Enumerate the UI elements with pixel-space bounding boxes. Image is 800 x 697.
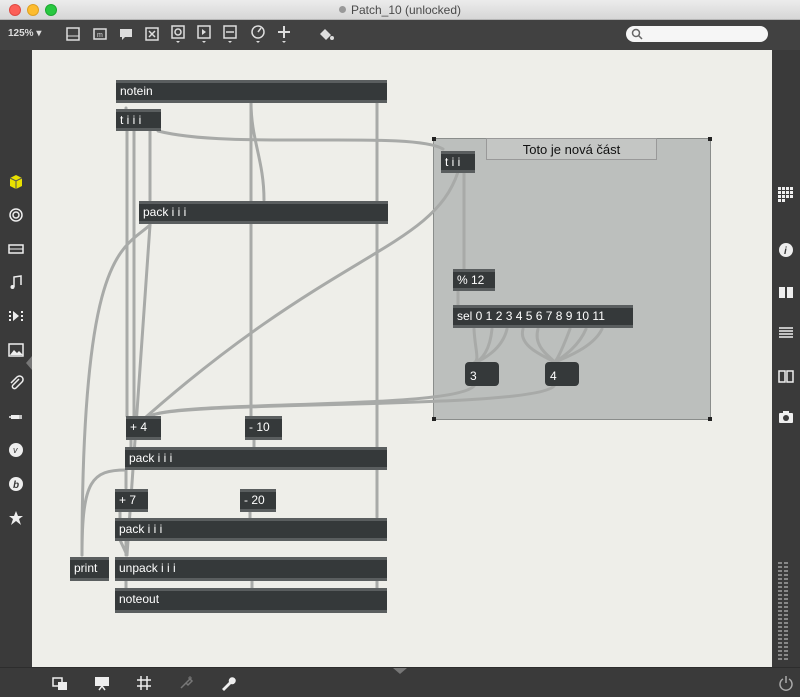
vimeo-icon[interactable]: v [6,440,26,460]
minus-20-object[interactable]: - 20 [240,489,276,512]
camera-icon[interactable] [776,407,796,427]
notein-object[interactable]: notein [116,80,387,103]
svg-text:b: b [13,480,19,491]
pack-object-1[interactable]: pack i i i [139,201,388,224]
pack-object-3[interactable]: pack i i i [115,518,387,541]
cube-icon[interactable] [6,172,26,192]
title-bar: Patch_10 (unlocked) [0,0,800,20]
power-icon[interactable] [776,673,796,693]
noteout-object[interactable]: noteout [115,588,387,613]
paint-bucket-icon[interactable] [316,24,336,44]
bold-b-icon[interactable]: b [6,474,26,494]
patcher-canvas[interactable]: Toto je nová část notein t i i i pack i … [32,50,772,667]
presentation-icon[interactable] [63,24,83,44]
collapse-arrow-icon[interactable] [393,668,407,674]
number-icon[interactable] [194,24,214,44]
target-icon[interactable] [6,205,26,225]
toolbar: 125% ▾ m [0,20,800,50]
inspector-plug-icon[interactable] [176,673,196,693]
print-object[interactable]: print [70,557,109,581]
right-sidebar: i [772,50,800,667]
trigger-object[interactable]: t i i i [116,109,161,131]
plus-icon[interactable] [274,24,294,44]
svg-text:m: m [97,32,103,39]
left-sidebar: v b [0,50,32,667]
trigger-ii-object[interactable]: t i i [441,151,475,173]
svg-text:v: v [13,445,18,455]
message-icon[interactable]: m [90,24,110,44]
plug-icon[interactable] [6,407,26,427]
grid-icon[interactable] [134,673,154,693]
zoom-menu[interactable]: 125% ▾ [8,28,41,39]
book-icon[interactable] [776,282,796,302]
select-object[interactable]: sel 0 1 2 3 4 5 6 7 8 9 10 11 [453,305,633,328]
play-step-icon[interactable] [6,306,26,326]
dial-icon[interactable] [248,24,268,44]
collapse-arrow-icon[interactable] [24,356,32,370]
paperclip-icon[interactable] [6,373,26,393]
image-icon[interactable] [6,340,26,360]
keyboard-icon[interactable] [6,239,26,259]
search-input[interactable] [626,26,768,42]
plus-7-object[interactable]: + 7 [115,489,148,512]
info-icon[interactable]: i [776,240,796,260]
wrench-icon[interactable] [218,673,238,693]
document-dot-icon [338,6,346,13]
message-box-3[interactable]: 3 [465,362,499,386]
bottom-bar [0,667,800,697]
presentation-icon[interactable] [92,673,112,693]
message-box-4[interactable]: 4 [545,362,579,386]
reference-book-icon[interactable] [776,366,796,386]
window-stack-icon[interactable] [50,673,70,693]
search-icon [631,28,643,40]
plus-4-object[interactable]: + 4 [126,416,161,440]
grid-icon[interactable] [776,185,796,205]
minus-10-object[interactable]: - 10 [245,416,282,440]
pack-object-2[interactable]: pack i i i [125,447,387,470]
svg-text:i: i [784,246,787,257]
list-icon[interactable] [776,323,796,343]
meter-left [778,562,782,660]
comment-icon[interactable] [116,24,136,44]
star-icon[interactable] [6,508,26,528]
note-icon[interactable] [6,272,26,292]
window-title: Patch_10 (unlocked) [0,3,800,17]
toggle-box-icon[interactable] [142,24,162,44]
slider-icon[interactable] [220,24,240,44]
button-icon[interactable] [168,24,188,44]
unpack-object[interactable]: unpack i i i [115,557,387,581]
meter-right [784,562,788,660]
modulo-object[interactable]: % 12 [453,269,495,291]
